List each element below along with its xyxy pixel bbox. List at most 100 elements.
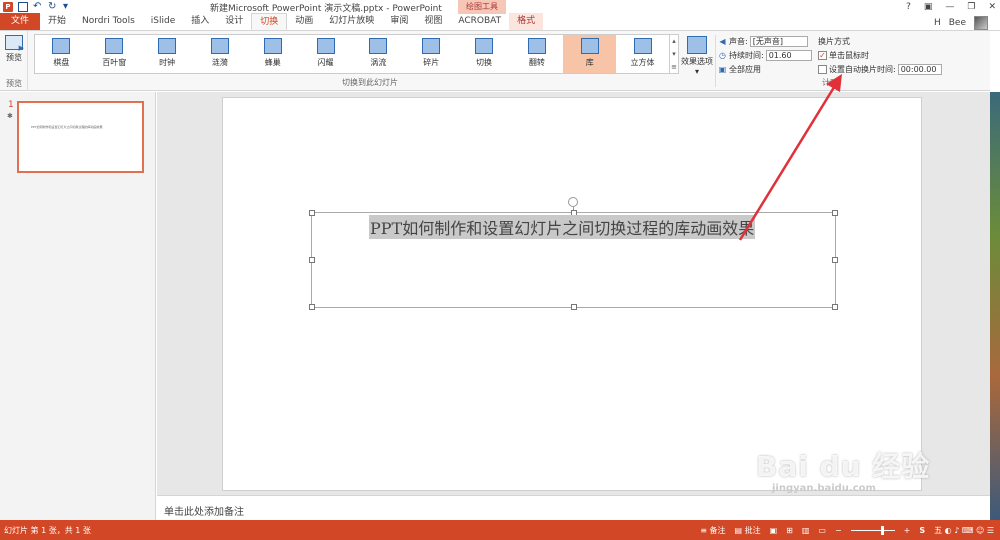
preview-group: 预览 预览 (0, 31, 28, 91)
transition-blinds[interactable]: 百叶窗 (88, 35, 141, 73)
resize-handle[interactable] (832, 257, 838, 263)
resize-handle[interactable] (309, 210, 315, 216)
transition-gallery: 棋盘 百叶窗 时钟 涟漪 蜂巢 闪耀 涡流 碎片 切换 翻转 库 立方体 (34, 34, 670, 74)
notes-pane[interactable]: 单击此处添加备注 (157, 495, 990, 520)
tab-review[interactable]: 审阅 (382, 13, 416, 30)
resize-handle[interactable] (309, 257, 315, 263)
timing-group: ◀ 声音: [无声音] ◷ 持续时间: 01.60 ▣ 全部应用 (718, 34, 818, 76)
glitter-icon (316, 38, 335, 54)
transition-glitter[interactable]: 闪耀 (299, 35, 352, 73)
auto-advance-checkbox[interactable] (818, 64, 827, 74)
gallery-scroll[interactable]: ▴ ▾ ≡ (670, 34, 679, 74)
transition-flip[interactable]: 翻转 (510, 35, 563, 73)
effect-options-button[interactable]: 效果选项 ▾ (680, 34, 714, 76)
preview-button[interactable]: 预览 (3, 35, 25, 63)
thumbnail-text: PPT如何制作和设置幻灯片之间切换过程的库动画效果 (31, 125, 103, 129)
transition-honeycomb[interactable]: 蜂巢 (246, 35, 299, 73)
desktop-background-strip (990, 92, 1000, 520)
honeycomb-icon (263, 38, 282, 54)
resize-handle[interactable] (309, 304, 315, 310)
comments-button[interactable]: ▤ 批注 (734, 525, 760, 536)
advance-slide-group: 换片方式 ✓ 单击鼠标时 设置自动换片时间: 00:00.00 (818, 34, 953, 76)
rotate-handle[interactable] (568, 197, 578, 207)
gallery-more-icon[interactable]: ≡ (670, 61, 678, 74)
sound-icon: ◀ (719, 36, 726, 46)
auto-advance-label: 设置自动换片时间: (829, 64, 896, 74)
tab-format[interactable]: 格式 (509, 13, 544, 30)
tab-file[interactable]: 文件 (0, 13, 41, 30)
ime-icons[interactable]: 五 ◐ ♪ ⌨ ☺ ☰ (934, 525, 994, 536)
tab-nordri-tools[interactable]: Nordri Tools (74, 13, 143, 30)
resize-handle[interactable] (571, 304, 577, 310)
ribbon-tabs: 文件 开始 Nordri Tools iSlide 插入 设计 切换 动画 幻灯… (0, 13, 1000, 31)
status-right: ≡ 备注 ▤ 批注 ▣ ⊞ ▥ ▭ − + S 五 ◐ ♪ ⌨ ☺ ☰ (700, 525, 994, 536)
effect-options-label: 效果选项 (681, 57, 713, 66)
checkerboard-icon (52, 38, 71, 54)
preview-label: 预览 (6, 53, 22, 62)
duration-input[interactable]: 01.60 (765, 49, 812, 61)
transition-cube[interactable]: 立方体 (616, 35, 669, 73)
transition-gallery-selected[interactable]: 库 (563, 35, 617, 73)
reading-view-icon[interactable]: ▥ (802, 526, 810, 535)
sound-select[interactable]: [无声音] (749, 35, 808, 47)
undo-icon[interactable]: ↶ (33, 2, 43, 12)
normal-view-icon[interactable]: ▣ (770, 526, 778, 535)
user-initial[interactable]: H (934, 18, 941, 28)
transition-star-icon: ✱ (7, 112, 13, 120)
resize-handle[interactable] (832, 210, 838, 216)
title-textbox[interactable]: PPT如何制作和设置幻灯片之间切换过程的库动画效果 (309, 197, 838, 310)
ribbon-edge (990, 31, 1000, 91)
zoom-slider[interactable] (850, 525, 895, 535)
slide-info: 幻灯片 第 1 张，共 1 张 (4, 525, 91, 535)
watermark: Bai du 经验 jingyan.baidu.com (756, 445, 930, 494)
transition-vortex[interactable]: 涡流 (352, 35, 405, 73)
zoom-in-icon[interactable]: + (904, 526, 911, 535)
tab-slideshow[interactable]: 幻灯片放映 (321, 13, 382, 30)
notes-button[interactable]: ≡ 备注 (700, 525, 725, 536)
redo-icon[interactable]: ↻ (48, 2, 58, 12)
resize-handle[interactable] (832, 304, 838, 310)
minimize-icon[interactable]: — (945, 2, 954, 12)
group-divider (715, 35, 716, 87)
auto-advance-input[interactable]: 00:00.00 (897, 63, 942, 75)
tab-home[interactable]: 开始 (40, 13, 74, 30)
slide-thumbnail[interactable]: PPT如何制作和设置幻灯片之间切换过程的库动画效果 (17, 101, 144, 173)
slide-sorter-icon[interactable]: ⊞ (786, 526, 793, 535)
help-icon[interactable]: ? (906, 2, 911, 12)
clock-icon (158, 38, 177, 54)
apply-all-button[interactable]: 全部应用 (729, 64, 761, 75)
on-click-checkbox[interactable]: ✓ (818, 50, 827, 60)
avatar[interactable] (974, 15, 988, 30)
tab-design[interactable]: 设计 (217, 13, 251, 30)
close-icon[interactable]: ✕ (988, 2, 996, 12)
drawing-tools-label: 绘图工具 (458, 0, 506, 14)
slide-title-text[interactable]: PPT如何制作和设置幻灯片之间切换过程的库动画效果 (369, 215, 756, 239)
zoom-out-icon[interactable]: − (835, 526, 842, 535)
tab-acrobat[interactable]: ACROBAT (450, 13, 509, 30)
tab-islide[interactable]: iSlide (143, 13, 183, 30)
gallery-up-icon[interactable]: ▴ (670, 35, 678, 48)
save-icon[interactable] (18, 2, 28, 12)
transition-ripple[interactable]: 涟漪 (193, 35, 246, 73)
ime-s-icon[interactable]: S (919, 526, 925, 535)
tab-animations[interactable]: 动画 (287, 13, 321, 30)
slide-canvas[interactable]: PPT如何制作和设置幻灯片之间切换过程的库动画效果 (222, 97, 922, 491)
ripple-icon (210, 38, 229, 54)
quick-access-toolbar: P ↶ ↻ ▾ (0, 0, 73, 14)
slideshow-icon[interactable]: ▭ (818, 526, 826, 535)
user-name[interactable]: Bee (949, 18, 966, 28)
tab-transitions[interactable]: 切换 (251, 13, 288, 30)
restore-icon[interactable]: ❐ (967, 2, 975, 12)
ribbon-display-icon[interactable]: ▣ (924, 2, 933, 12)
transition-group-label: 切换到此幻灯片 (342, 78, 398, 87)
tab-insert[interactable]: 插入 (183, 13, 217, 30)
switch-icon (475, 38, 494, 54)
transition-shred[interactable]: 碎片 (405, 35, 458, 73)
gallery-down-icon[interactable]: ▾ (670, 48, 678, 61)
tab-view[interactable]: 视图 (416, 13, 450, 30)
transition-switch[interactable]: 切换 (458, 35, 511, 73)
customize-qat-icon[interactable]: ▾ (63, 2, 73, 12)
transition-checkerboard[interactable]: 棋盘 (35, 35, 88, 73)
window-controls: ? ▣ — ❐ ✕ (906, 0, 996, 14)
transition-clock[interactable]: 时钟 (141, 35, 194, 73)
